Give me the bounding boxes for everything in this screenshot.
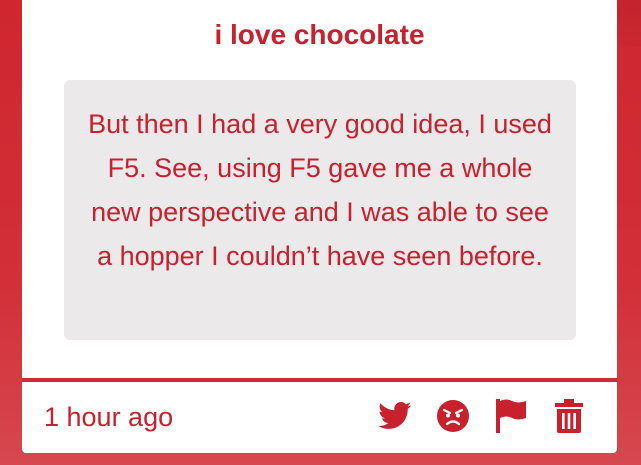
flag-icon <box>496 399 526 433</box>
report-flag-button[interactable] <box>493 396 529 436</box>
angry-face-icon <box>437 400 469 432</box>
trash-icon <box>555 399 583 433</box>
message-box: But then I had a very good idea, I used … <box>64 80 576 340</box>
post-title: i love chocolate <box>214 19 425 50</box>
post-footer: 1 hour ago <box>22 382 617 453</box>
post-actions <box>377 396 587 436</box>
post-timestamp: 1 hour ago <box>44 402 174 432</box>
angry-reaction-button[interactable] <box>435 396 471 436</box>
post-card: i love chocolate But then I had a very g… <box>22 0 617 453</box>
post-message: But then I had a very good idea, I used … <box>88 109 552 271</box>
share-twitter-button[interactable] <box>377 396 413 436</box>
delete-button[interactable] <box>551 396 587 436</box>
twitter-icon <box>378 402 412 429</box>
